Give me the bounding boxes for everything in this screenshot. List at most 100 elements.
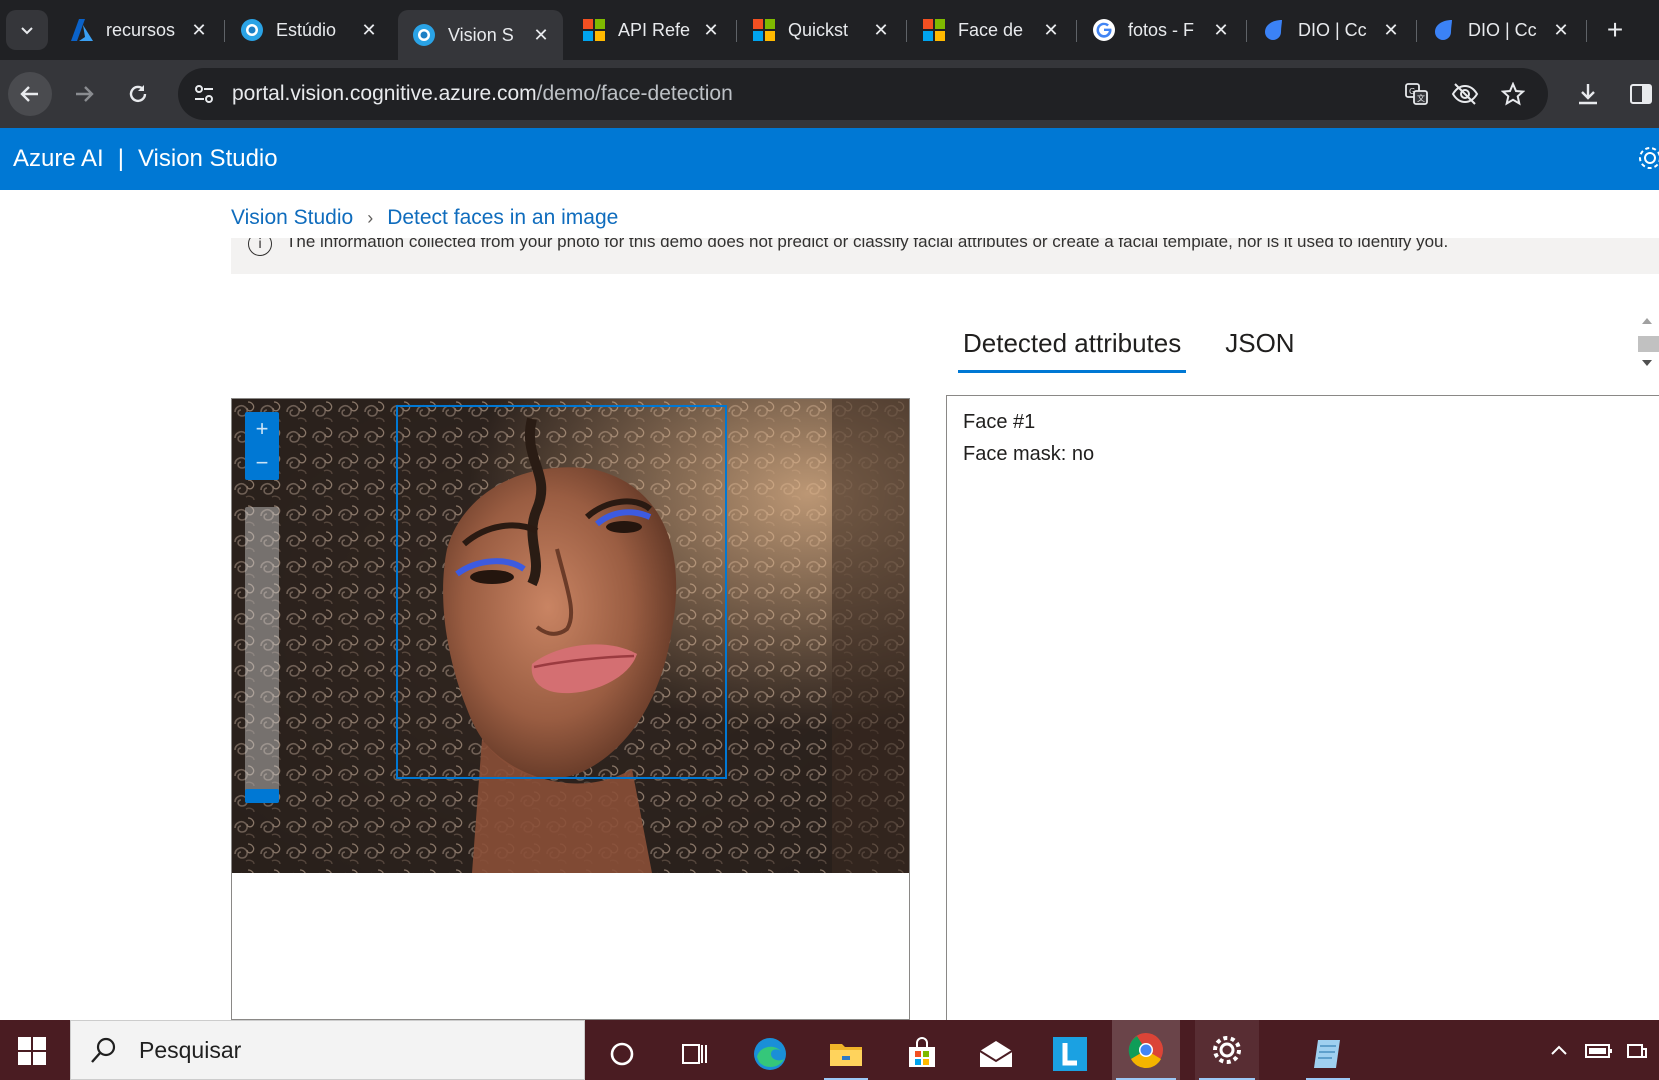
eye-off-icon[interactable] [1450, 76, 1480, 112]
breadcrumb-current[interactable]: Detect faces in an image [387, 206, 618, 230]
screen: recursos ✕ Estúdio ✕ Vision S ✕ API Refe… [0, 0, 1659, 1080]
tab-separator [224, 20, 225, 42]
download-icon [1579, 84, 1597, 105]
breadcrumb: Vision Studio › Detect faces in an image [231, 206, 618, 230]
tab-separator [1586, 20, 1587, 42]
close-icon[interactable]: ✕ [189, 20, 209, 41]
browser-tab[interactable]: Estúdio ✕ [226, 10, 391, 50]
cortana-icon[interactable] [596, 1028, 648, 1080]
tab-title: Vision S [448, 24, 514, 45]
notepad-icon[interactable] [1302, 1028, 1354, 1080]
microsoft-store-icon[interactable] [896, 1028, 948, 1080]
settings-icon[interactable] [1195, 1020, 1259, 1080]
chevron-right-icon: › [367, 207, 374, 228]
product-name[interactable]: Vision Studio [138, 145, 278, 173]
close-icon[interactable]: ✕ [1211, 20, 1231, 41]
star-icon[interactable] [1498, 76, 1528, 112]
search-icon [91, 1037, 116, 1063]
battery-icon[interactable] [1584, 1038, 1614, 1064]
close-icon[interactable]: ✕ [531, 25, 551, 46]
zoom-in-button[interactable]: + [245, 412, 279, 446]
url-path: /demo/face-detection [536, 82, 733, 105]
tab-detected-attributes[interactable]: Detected attributes [958, 318, 1187, 373]
zoom-control: + − [245, 412, 279, 480]
google-icon [1092, 18, 1116, 42]
network-icon[interactable] [1624, 1038, 1650, 1064]
zoom-slider-thumb[interactable] [245, 789, 279, 803]
tab-title: Estúdio [276, 19, 337, 40]
forward-button[interactable] [62, 72, 106, 116]
download-button[interactable] [1570, 76, 1606, 112]
reload-icon [129, 85, 147, 103]
reload-button[interactable] [116, 72, 160, 116]
mail-icon[interactable] [970, 1028, 1022, 1080]
address-bar[interactable]: portal.vision.cognitive.azure.com/demo/f… [178, 68, 1548, 120]
close-icon[interactable]: ✕ [1381, 20, 1401, 41]
tab-separator [1076, 20, 1077, 42]
browser-tab[interactable]: Quickst ✕ [738, 10, 903, 50]
close-icon[interactable]: ✕ [871, 20, 891, 41]
dio-icon [1262, 18, 1286, 42]
edge-icon[interactable] [744, 1028, 796, 1080]
browser-tab[interactable]: DIO | Cc ✕ [1248, 10, 1413, 50]
tab-title: fotos - F [1128, 19, 1195, 40]
scroll-up-icon[interactable] [1636, 314, 1659, 328]
task-view-icon[interactable] [668, 1028, 720, 1080]
tab-json[interactable]: JSON [1220, 318, 1299, 373]
browser-tab-active[interactable]: Vision S ✕ [398, 10, 563, 60]
browser-tab[interactable]: Face de ✕ [908, 10, 1073, 50]
tab-title: DIO | Cc [1298, 19, 1367, 40]
detected-attributes-panel: Face #1 Face mask: no [946, 395, 1659, 1035]
new-tab-button[interactable]: + [1597, 12, 1633, 48]
face-bounding-box[interactable] [396, 405, 727, 779]
close-icon[interactable]: ✕ [359, 20, 379, 41]
face-label: Face #1 [963, 411, 1036, 433]
address-bar-actions: G文 [1402, 76, 1528, 112]
close-icon[interactable]: ✕ [1041, 20, 1061, 41]
svg-text:G: G [1409, 87, 1415, 96]
zoom-slider-track[interactable] [245, 507, 279, 797]
microsoft-icon [922, 18, 946, 42]
browser-tab-strip: recursos ✕ Estúdio ✕ Vision S ✕ API Refe… [0, 0, 1659, 60]
windows-start-icon[interactable] [18, 1037, 46, 1065]
browser-tab[interactable]: API Refe ✕ [568, 10, 733, 50]
uploaded-photo[interactable]: + − [232, 399, 909, 873]
microsoft-icon [752, 18, 776, 42]
page-scrollbar[interactable] [1636, 310, 1659, 376]
back-button[interactable] [8, 72, 52, 116]
scroll-down-icon[interactable] [1636, 356, 1659, 370]
vision-studio-icon [412, 23, 436, 47]
gear-icon[interactable] [1635, 143, 1659, 173]
app-l-icon[interactable] [1044, 1028, 1096, 1080]
tab-separator [736, 20, 737, 42]
brand-name[interactable]: Azure AI [13, 145, 104, 173]
file-explorer-icon[interactable] [820, 1028, 872, 1080]
side-panel-button[interactable] [1623, 76, 1659, 112]
translate-icon[interactable]: G文 [1402, 76, 1432, 112]
tab-separator [906, 20, 907, 42]
scrollbar-thumb[interactable] [1638, 336, 1659, 352]
close-icon[interactable]: ✕ [701, 20, 721, 41]
arrow-left-icon [20, 86, 38, 102]
browser-tab[interactable]: fotos - F ✕ [1078, 10, 1243, 50]
tab-title: Quickst [788, 19, 849, 40]
tab-title: Face de [958, 19, 1024, 40]
browser-tab[interactable]: recursos ✕ [56, 10, 221, 50]
vision-studio-icon [240, 18, 264, 42]
close-icon[interactable]: ✕ [1551, 20, 1571, 41]
chrome-icon[interactable] [1112, 1020, 1180, 1080]
browser-tab[interactable]: DIO | Cc ✕ [1418, 10, 1583, 50]
url-text: portal.vision.cognitive.azure.com/demo/f… [232, 82, 733, 106]
info-icon: i [248, 238, 272, 256]
azure-icon [70, 18, 94, 42]
brand-separator: | [117, 145, 124, 172]
chevron-down-icon [21, 27, 33, 35]
taskbar-search[interactable]: Pesquisar [70, 1020, 585, 1080]
site-settings-icon[interactable] [184, 74, 224, 114]
tab-search-button[interactable] [6, 10, 48, 50]
microsoft-icon [582, 18, 606, 42]
breadcrumb-link-home[interactable]: Vision Studio [231, 206, 353, 230]
privacy-notice: i The information collected from your ph… [231, 238, 1659, 274]
zoom-out-button[interactable]: − [245, 446, 279, 480]
chevron-up-icon[interactable] [1546, 1038, 1572, 1064]
